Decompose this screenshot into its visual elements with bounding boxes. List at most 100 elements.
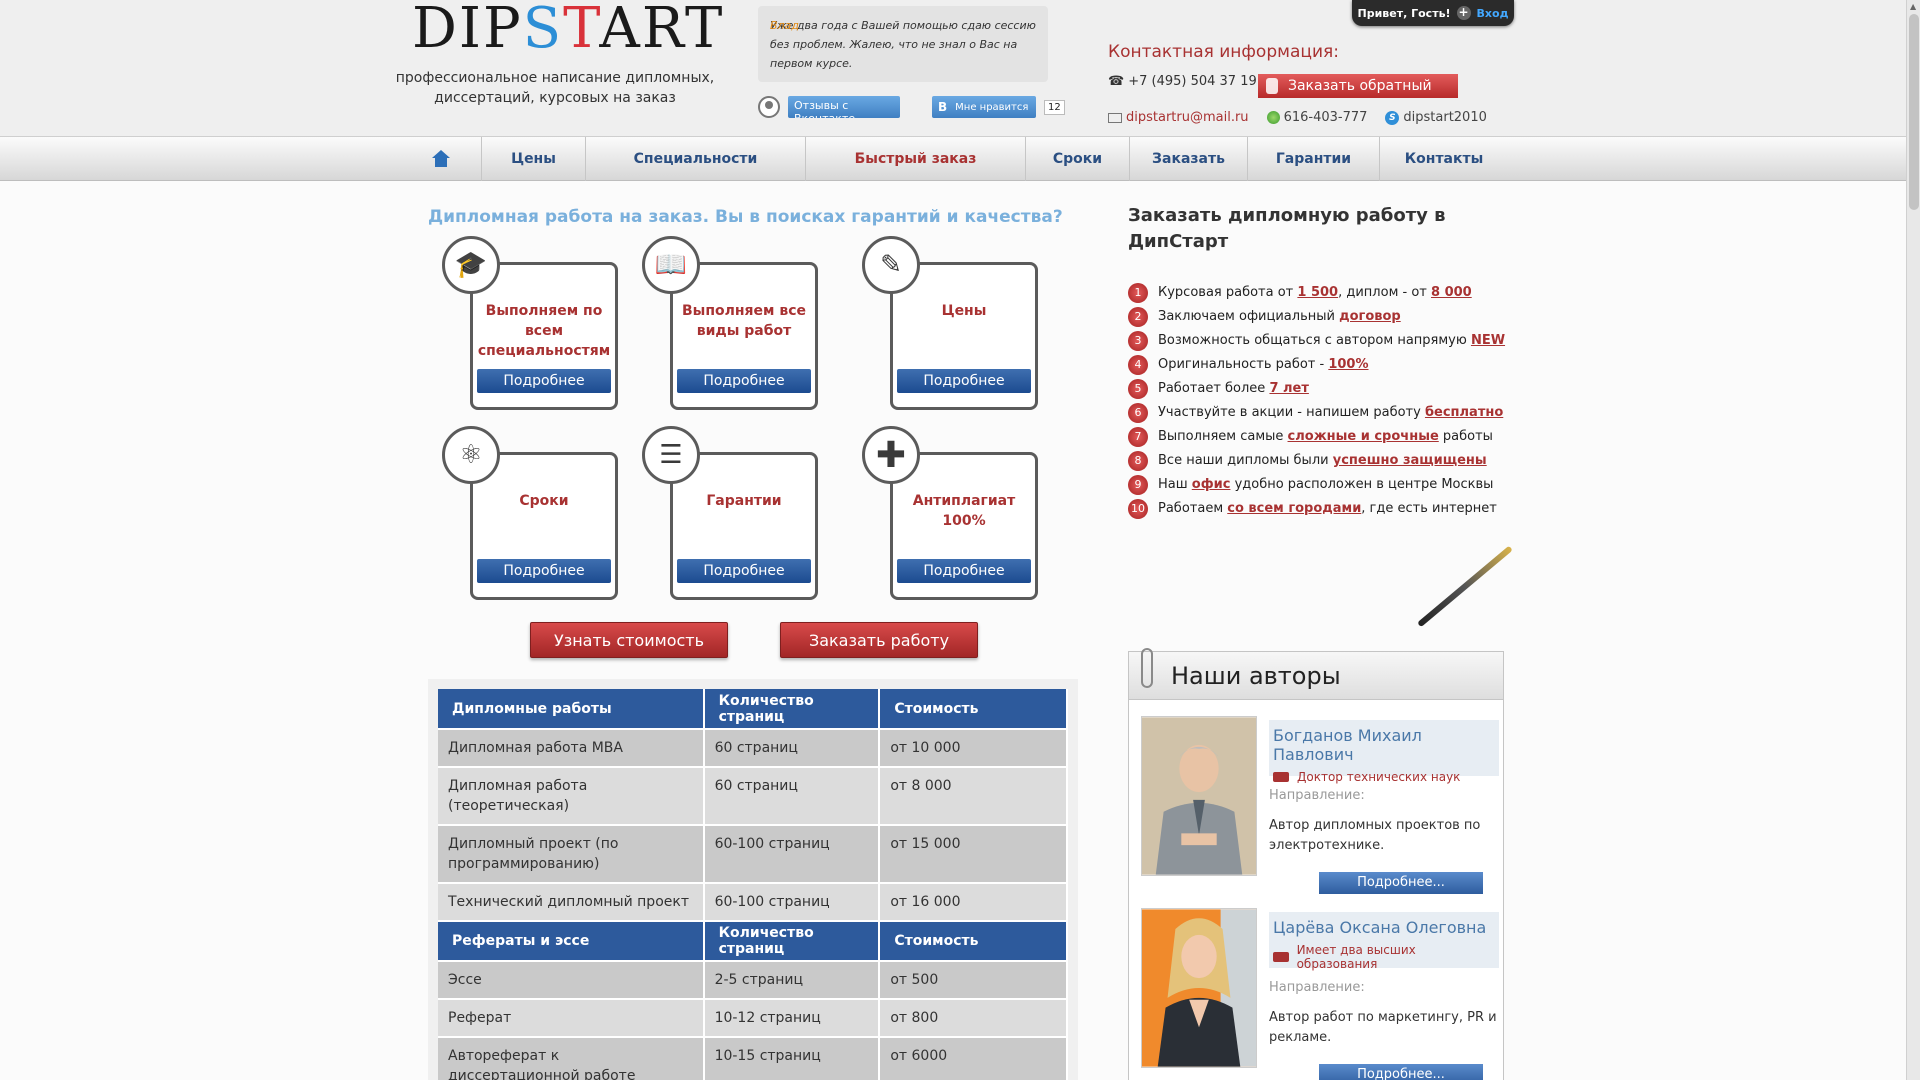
add-icon[interactable]: + xyxy=(1456,6,1471,20)
author-photo[interactable] xyxy=(1141,908,1257,1068)
nav-specialties[interactable]: Специальности xyxy=(586,137,806,181)
mail-icon xyxy=(1108,112,1122,123)
scrollbar-thumb[interactable] xyxy=(1909,14,1919,210)
authors-header: Наши авторы xyxy=(1129,545,1513,700)
book-icon xyxy=(1273,772,1289,782)
price-table: Дипломные работы Количество страниц Стои… xyxy=(438,689,1068,1080)
price-table-wrap: Дипломные работы Количество страниц Стои… xyxy=(428,679,1078,1080)
email-contact[interactable]: dipstartru@mail.ru xyxy=(1108,110,1249,125)
price-coursework-link[interactable]: 1 500 xyxy=(1297,285,1338,300)
nav-guarantees[interactable]: Гарантии xyxy=(1248,137,1380,181)
book-icon xyxy=(1273,952,1289,962)
site-header: DIPSTART профессиональное написание дипл… xyxy=(0,0,1920,136)
scroll-up-icon[interactable]: ▲ xyxy=(1910,2,1916,11)
graduation-cap-icon: 🎓 xyxy=(442,236,500,294)
table-row: Технический дипломный проект 60-100 стра… xyxy=(438,883,1068,922)
review-box: Влад Уже два года с Вашей помощью сдаю с… xyxy=(758,6,1048,82)
free-link[interactable]: бесплатно xyxy=(1425,405,1503,420)
card-more-button[interactable]: Подробнее xyxy=(477,559,611,583)
contacts-title: Контактная информация: xyxy=(1108,42,1339,62)
login-link[interactable]: Вход xyxy=(1477,7,1509,20)
plus-icon: ✚ xyxy=(862,426,920,484)
author-description: Автор дипломных проектов по электротехни… xyxy=(1269,818,1481,853)
page-scrollbar[interactable]: ▲ xyxy=(1906,0,1920,1080)
direction-label: Направление: xyxy=(1269,788,1365,803)
list-item: 5 Работает более 7 лет xyxy=(1128,377,1508,401)
compass-icon: ✎ xyxy=(862,236,920,294)
new-link[interactable]: NEW xyxy=(1471,333,1505,348)
defended-link[interactable]: успешно защищены xyxy=(1333,453,1487,468)
list-item: 4 Оригинальность работ - 100% xyxy=(1128,353,1508,377)
site-tagline: профессиональное написание дипломных, ди… xyxy=(395,70,715,106)
main-nav: Цены Специальности Быстрый заказ Сроки З… xyxy=(0,136,1920,181)
table-header-row: Рефераты и эссе Количество страниц Стоим… xyxy=(438,921,1068,962)
home-icon xyxy=(431,150,451,168)
nav-contacts[interactable]: Контакты xyxy=(1380,137,1508,181)
page-headline: Дипломная работа на заказ. Вы в поисках … xyxy=(428,207,1063,227)
book-icon: 📖 xyxy=(642,236,700,294)
direction-label: Направление: xyxy=(1269,980,1365,995)
icq-contact: 616-403-777 xyxy=(1266,110,1367,125)
nav-order[interactable]: Заказать xyxy=(1130,137,1248,181)
greeting: Привет, Гость! xyxy=(1357,6,1451,20)
card-more-button[interactable]: Подробнее xyxy=(677,559,811,583)
list-item: 9 Наш офис удобно расположен в центре Мос… xyxy=(1128,473,1508,497)
card-more-button[interactable]: Подробнее xyxy=(897,369,1031,393)
contact-row: dipstartru@mail.ru 616-403-777 Sdipstart… xyxy=(1108,110,1487,125)
table-row: Дипломная работа MBA 60 страниц от 10 00… xyxy=(438,729,1068,768)
author-photo[interactable] xyxy=(1141,716,1257,876)
contract-link[interactable]: договор xyxy=(1339,309,1401,324)
callback-button[interactable]: Заказать обратный xyxy=(1258,74,1458,98)
card-more-button[interactable]: Подробнее xyxy=(897,559,1031,583)
list-item: 2 Заключаем официальный договор xyxy=(1128,305,1508,329)
author-more-button[interactable]: Подробнее... xyxy=(1319,872,1483,894)
reviews-vk-button[interactable]: Отзывы с Вконтакте xyxy=(788,96,900,118)
list-item: 6 Участвуйте в акции - напишем работу бес… xyxy=(1128,401,1508,425)
nav-prices[interactable]: Цены xyxy=(482,137,586,181)
table-row: Реферат 10-12 страниц от 800 xyxy=(438,999,1068,1038)
list-item: 1 Курсовая работа от 1 500, диплом - от 8… xyxy=(1128,281,1508,305)
review-author: Влад xyxy=(770,19,799,32)
card-more-button[interactable]: Подробнее xyxy=(477,369,611,393)
nav-deadlines[interactable]: Сроки xyxy=(1026,137,1130,181)
author-name-block: Царёва Оксана Олеговна Имеет два высших … xyxy=(1269,912,1499,971)
order-title: Заказать дипломную работу в ДипСтарт xyxy=(1128,205,1446,252)
originality-link[interactable]: 100% xyxy=(1328,357,1368,372)
molecule-icon: ⚛ xyxy=(442,426,500,484)
card-more-button[interactable]: Подробнее xyxy=(677,369,811,393)
order-work-button[interactable]: Заказать работу xyxy=(780,622,978,658)
icq-icon xyxy=(1266,111,1280,124)
table-row: Дипломная работа (теоретическая) 60 стра… xyxy=(438,767,1068,826)
author-degree: Доктор технических наук xyxy=(1273,770,1495,784)
table-header-row: Дипломные работы Количество страниц Стои… xyxy=(438,689,1068,730)
table-row: Дипломный проект (по программированию) 6… xyxy=(438,825,1068,884)
get-price-button[interactable]: Узнать стоимость xyxy=(530,622,728,658)
table-row: Автореферат к диссертационной работе 10-… xyxy=(438,1037,1068,1080)
vk-like-button[interactable]: B Мне нравится xyxy=(932,96,1036,118)
handset-icon xyxy=(1266,78,1278,94)
nav-home[interactable] xyxy=(400,137,482,181)
vk-like-count: 12 xyxy=(1044,99,1065,115)
site-logo[interactable]: DIPSTART xyxy=(412,0,722,58)
nav-quick-order[interactable]: Быстрый заказ xyxy=(806,137,1026,181)
authors-panel: Наши авторы Богданов Михаил Павлович Док… xyxy=(1128,545,1513,1080)
office-link[interactable]: офис xyxy=(1192,477,1231,492)
complex-link[interactable]: сложные и срочные xyxy=(1288,429,1439,444)
years-link[interactable]: 7 лет xyxy=(1269,381,1308,396)
table-row: Эссе 2-5 страниц от 500 xyxy=(438,961,1068,1000)
author-name[interactable]: Царёва Оксана Олеговна xyxy=(1273,918,1495,937)
author-description: Автор работ по маркетингу, PR и рекламе. xyxy=(1269,1010,1497,1045)
author-more-button[interactable]: Подробнее... xyxy=(1319,1064,1483,1080)
skype-contact[interactable]: Sdipstart2010 xyxy=(1385,110,1487,125)
paperclip-icon xyxy=(1141,648,1153,688)
main-content: Дипломная работа на заказ. Вы в поисках … xyxy=(0,181,1920,1080)
author-name[interactable]: Богданов Михаил Павлович xyxy=(1273,726,1495,764)
price-diploma-link[interactable]: 8 000 xyxy=(1431,285,1472,300)
user-bar: Привет, Гость! + Вход xyxy=(1352,0,1514,26)
document-icon: ☰ xyxy=(642,426,700,484)
list-item: 3 Возможность общаться с автором напрямую… xyxy=(1128,329,1508,353)
cities-link[interactable]: со всем городами xyxy=(1227,501,1361,516)
list-item: 7 Выполняем самые сложные и срочные работ… xyxy=(1128,425,1508,449)
vk-icon: B xyxy=(938,100,948,114)
list-item: 8 Все наши дипломы были успешно защищены xyxy=(1128,449,1508,473)
